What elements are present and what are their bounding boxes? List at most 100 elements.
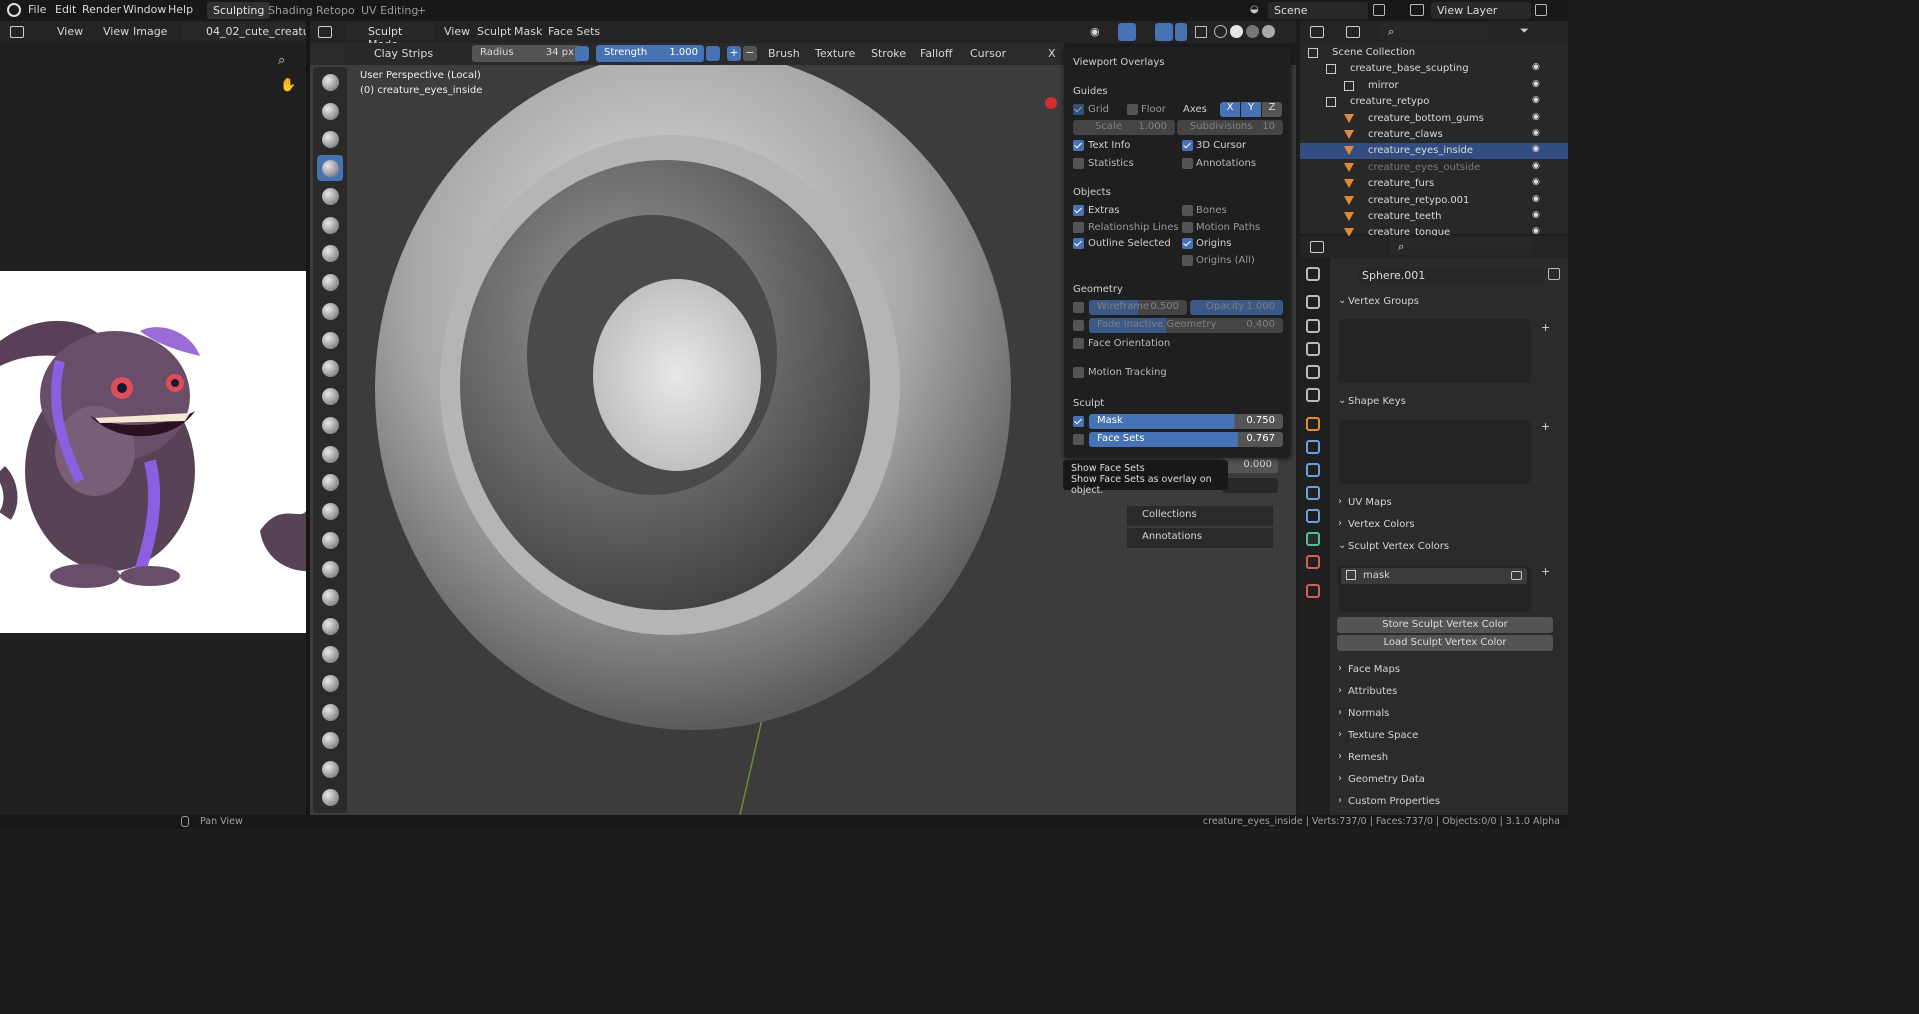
image-menu[interactable]: Image bbox=[133, 25, 167, 38]
sculpt-tool-button[interactable] bbox=[317, 527, 343, 553]
filter-icon[interactable]: ⏷ bbox=[1520, 24, 1529, 38]
mesh-name-field[interactable]: Sphere.001 bbox=[1358, 267, 1544, 284]
outliner-row[interactable]: creature_retypo ◉ bbox=[1300, 94, 1568, 110]
tab-sculpting[interactable]: Sculpting bbox=[207, 2, 271, 19]
texture-tab-icon[interactable] bbox=[1306, 584, 1320, 598]
view-menu[interactable]: View bbox=[103, 25, 129, 38]
scene-icon[interactable]: ◒ bbox=[1250, 4, 1266, 16]
panel-normals[interactable]: › Normals bbox=[1334, 705, 1560, 725]
outliner-row[interactable]: creature_base_scupting ◉ bbox=[1300, 61, 1568, 77]
grid-checkbox[interactable] bbox=[1073, 104, 1084, 115]
menu-edit[interactable]: Edit bbox=[55, 3, 76, 16]
origins-all-checkbox[interactable] bbox=[1182, 255, 1193, 266]
display-mode-icon[interactable] bbox=[1346, 26, 1360, 38]
brush-selector[interactable]: Clay Strips bbox=[344, 45, 466, 62]
panel-vertex-colors[interactable]: › Vertex Colors bbox=[1334, 516, 1560, 536]
strength-pressure-icon[interactable] bbox=[706, 46, 720, 61]
face-sets-opacity-field[interactable]: Face Sets 0.767 bbox=[1089, 432, 1283, 447]
visibility-icon[interactable]: ◉ bbox=[1090, 25, 1104, 38]
sculpt-tool-button[interactable] bbox=[317, 469, 343, 495]
hidden-dropdown[interactable] bbox=[1222, 478, 1278, 493]
view-dropdown[interactable]: View bbox=[57, 25, 83, 38]
sculpt-tool-button[interactable] bbox=[317, 98, 343, 124]
sculpt-tool-button[interactable] bbox=[317, 784, 343, 810]
visibility-eye-icon[interactable]: ◉ bbox=[1532, 177, 1540, 187]
sculpt-tool-button[interactable] bbox=[317, 727, 343, 753]
panel-face-maps[interactable]: › Face Maps bbox=[1334, 661, 1560, 681]
visibility-eye-icon[interactable]: ◉ bbox=[1532, 210, 1540, 220]
overlays-toggle-icon[interactable] bbox=[1155, 23, 1173, 41]
view-layer-tab-icon[interactable] bbox=[1306, 342, 1320, 356]
texture-menu[interactable]: Texture bbox=[815, 47, 855, 60]
outliner-search-input[interactable]: ⌕ bbox=[1380, 23, 1488, 40]
particles-tab-icon[interactable] bbox=[1306, 463, 1320, 477]
face-sets-menu[interactable]: Face Sets bbox=[548, 25, 600, 38]
axis-z-toggle[interactable]: Z bbox=[1262, 102, 1282, 117]
fade-inactive-checkbox[interactable] bbox=[1073, 320, 1084, 331]
sculpt-tool-button[interactable] bbox=[317, 155, 343, 181]
material-tab-icon[interactable] bbox=[1306, 555, 1320, 569]
sculpt-tool-button[interactable] bbox=[317, 670, 343, 696]
load-sculpt-vertex-color-button[interactable]: Load Sculpt Vertex Color bbox=[1337, 635, 1553, 651]
menu-help[interactable]: Help bbox=[168, 3, 193, 16]
mode-dropdown[interactable]: Sculpt Mode bbox=[346, 23, 434, 51]
outliner-row[interactable]: creature_eyes_inside ◉ bbox=[1300, 143, 1568, 160]
mask-opacity-field[interactable]: Mask 0.750 bbox=[1089, 414, 1283, 429]
floor-checkbox[interactable] bbox=[1127, 104, 1138, 115]
new-scene-icon[interactable] bbox=[1373, 4, 1385, 16]
outliner-row[interactable]: creature_teeth ◉ bbox=[1300, 209, 1568, 225]
origins-checkbox[interactable] bbox=[1182, 238, 1193, 249]
visibility-eye-icon[interactable]: ◉ bbox=[1532, 144, 1540, 154]
object-tab-icon[interactable] bbox=[1306, 417, 1320, 431]
bones-checkbox[interactable] bbox=[1182, 205, 1193, 216]
properties-search-input[interactable]: ⌕ bbox=[1390, 238, 1532, 255]
mask-menu[interactable]: Mask bbox=[514, 25, 542, 38]
tab-retopo[interactable]: Retopo bbox=[310, 2, 361, 19]
data-tab-icon[interactable] bbox=[1306, 532, 1320, 546]
panel-sculpt-vertex-colors[interactable]: ⌄ Sculpt Vertex Colors bbox=[1334, 538, 1560, 558]
output-tab-icon[interactable] bbox=[1306, 319, 1320, 333]
wireframe-field[interactable]: Wireframe 0.500 bbox=[1089, 300, 1187, 315]
visibility-eye-icon[interactable]: ◉ bbox=[1532, 62, 1540, 72]
opacity-field[interactable]: Opacity 1.000 bbox=[1190, 300, 1283, 315]
visibility-eye-icon[interactable]: ◉ bbox=[1532, 95, 1540, 105]
new-view-layer-icon[interactable] bbox=[1535, 4, 1547, 16]
view-menu[interactable]: View bbox=[444, 25, 470, 38]
outliner-row[interactable]: Scene Collection bbox=[1300, 45, 1568, 61]
view-layer-field[interactable]: View Layer bbox=[1431, 2, 1531, 19]
render-tab-icon[interactable] bbox=[1306, 295, 1320, 309]
shading-wireframe-icon[interactable] bbox=[1214, 25, 1227, 38]
visibility-eye-icon[interactable]: ◉ bbox=[1532, 79, 1540, 89]
editor-type-icon[interactable] bbox=[1310, 241, 1324, 253]
panel-attributes[interactable]: › Attributes bbox=[1334, 683, 1560, 703]
3d-cursor-checkbox[interactable] bbox=[1182, 140, 1193, 151]
menu-render[interactable]: Render bbox=[82, 3, 121, 16]
sculpt-tool-button[interactable] bbox=[317, 412, 343, 438]
symmetry-x[interactable]: X bbox=[1048, 47, 1056, 60]
motion-paths-checkbox[interactable] bbox=[1182, 222, 1193, 233]
sculpt-tool-button[interactable] bbox=[317, 613, 343, 639]
add-vertex-group-icon[interactable]: + bbox=[1541, 321, 1550, 334]
sculpt-tool-button[interactable] bbox=[317, 383, 343, 409]
panel-vertex-groups[interactable]: ⌄ Vertex Groups bbox=[1334, 293, 1560, 313]
axis-x-toggle[interactable]: X bbox=[1220, 102, 1240, 117]
scene-field[interactable]: Scene bbox=[1268, 2, 1368, 19]
overlays-dropdown-icon[interactable] bbox=[1175, 23, 1187, 41]
brush-menu[interactable]: Brush bbox=[768, 47, 800, 60]
hidden-value-field[interactable]: 0.000 bbox=[1222, 458, 1278, 473]
face-sets-overlay-checkbox[interactable] bbox=[1073, 434, 1084, 445]
sculpt-tool-button[interactable] bbox=[317, 298, 343, 324]
collections-panel[interactable]: Collections bbox=[1127, 506, 1273, 526]
sculpt-tool-button[interactable] bbox=[317, 183, 343, 209]
statistics-checkbox[interactable] bbox=[1073, 158, 1084, 169]
gizmo-toggle-icon[interactable] bbox=[1118, 23, 1136, 41]
scene-tab-icon[interactable] bbox=[1306, 365, 1320, 379]
sculpt-tool-button[interactable] bbox=[317, 441, 343, 467]
panel-texture-space[interactable]: › Texture Space bbox=[1334, 727, 1560, 747]
shading-solid-icon[interactable] bbox=[1230, 25, 1243, 38]
sculpt-tool-button[interactable] bbox=[317, 69, 343, 95]
outline-selected-checkbox[interactable] bbox=[1073, 238, 1084, 249]
panel-geometry-data[interactable]: › Geometry Data bbox=[1334, 771, 1560, 791]
outliner-row[interactable]: creature_retypo.001 ◉ bbox=[1300, 193, 1568, 209]
fake-user-icon[interactable] bbox=[1548, 268, 1560, 280]
